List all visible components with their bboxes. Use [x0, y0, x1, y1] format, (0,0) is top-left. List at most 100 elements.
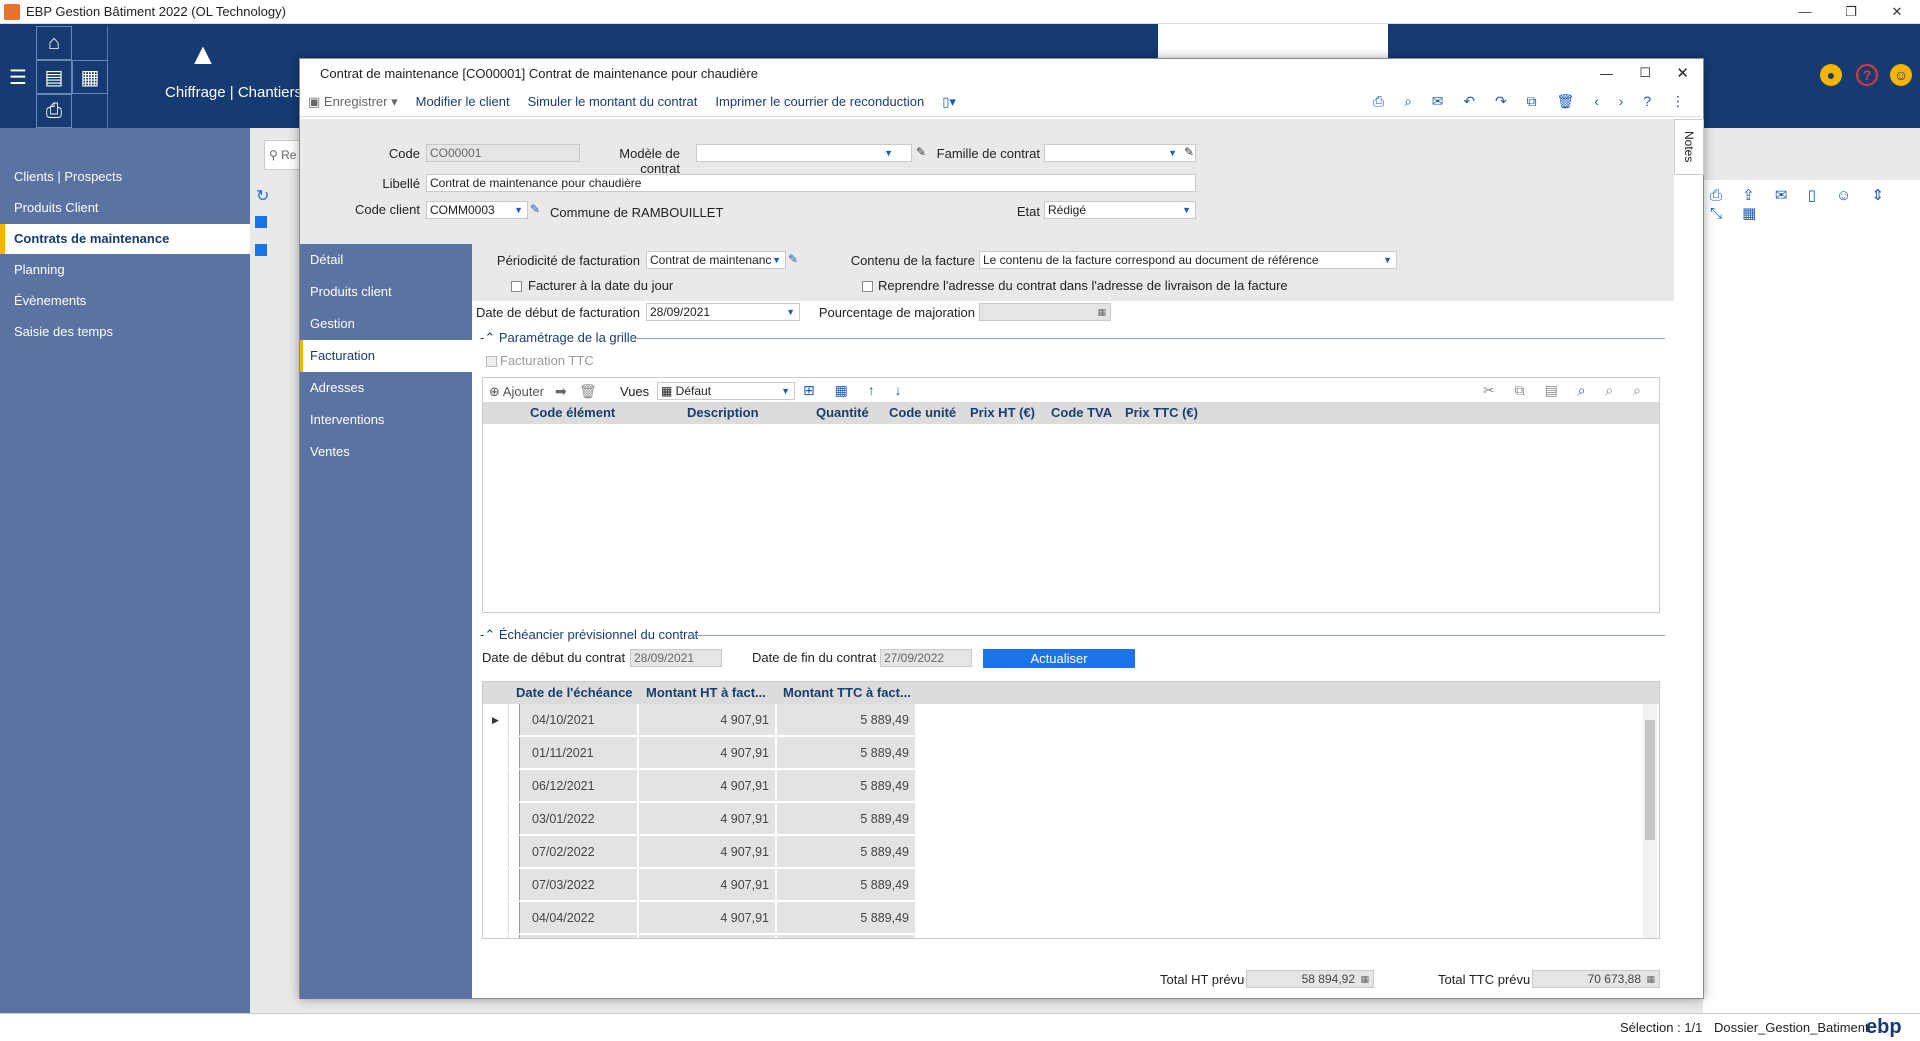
- col-description[interactable]: Description: [687, 402, 759, 424]
- grid-settings-section-title[interactable]: -⌃ Paramétrage de la grille: [480, 330, 637, 346]
- tab-gestion[interactable]: Gestion: [300, 308, 472, 340]
- tab-detail[interactable]: Détail: [300, 244, 472, 276]
- row-indicator[interactable]: [483, 869, 509, 901]
- row-indicator[interactable]: [483, 836, 509, 868]
- tab-adresses[interactable]: Adresses: [300, 372, 472, 404]
- sidebar-item-evenements[interactable]: Évènements: [0, 286, 250, 316]
- schedule-row[interactable]: 01/11/2021 4 907,91 5 889,49: [483, 737, 1633, 770]
- print-icon[interactable]: ⎙: [36, 94, 72, 128]
- grid-edit-icons[interactable]: ✂ ⧉ ▤ ⌕ ⌕ ⌕: [1483, 382, 1649, 399]
- col-prix-ttc[interactable]: Prix TTC (€): [1125, 402, 1198, 424]
- schedule-row[interactable]: 04/04/2022 4 907,91 5 889,49: [483, 902, 1633, 935]
- row-indicator[interactable]: ▶: [483, 704, 509, 736]
- client-code-label: Code client: [354, 202, 420, 217]
- row-indicator[interactable]: [483, 902, 509, 934]
- module-chiffrage[interactable]: ▲ Chiffrage | Chantiers: [108, 28, 302, 128]
- col-amount-ttc[interactable]: Montant TTC à fact...: [783, 682, 911, 704]
- views-dropdown[interactable]: ▦ Défaut ▼: [657, 382, 795, 400]
- schedule-row[interactable]: 02/05/20224 907,915 889,49: [483, 935, 1633, 938]
- model-dropdown[interactable]: ▼: [696, 144, 912, 162]
- row-indicator[interactable]: [483, 737, 509, 769]
- sidebar-item-planning[interactable]: Planning: [0, 255, 250, 285]
- address-book-icon[interactable]: ▤: [36, 60, 72, 94]
- col-prix-ht[interactable]: Prix HT (€): [970, 402, 1035, 424]
- col-code-element[interactable]: Code élément: [530, 402, 615, 424]
- col-code-unite[interactable]: Code unité: [889, 402, 956, 424]
- row-indicator[interactable]: [483, 935, 509, 938]
- col-quantite[interactable]: Quantité: [816, 402, 869, 424]
- simulate-amount-button[interactable]: Simuler le montant du contrat: [528, 94, 698, 109]
- col-due-date[interactable]: Date de l'échéance: [516, 682, 633, 704]
- background-search-input[interactable]: ⚲ Re: [264, 140, 304, 170]
- schedule-row[interactable]: 07/02/2022 4 907,91 5 889,49: [483, 836, 1633, 869]
- grid-elements: ⊕ Ajouter ➡ 🗑 Vues ▦ Défaut ▼ ⊞ ▦ ↑ ↓ ✂ ⧉…: [482, 377, 1660, 613]
- home-icon[interactable]: ⌂: [36, 26, 72, 60]
- schedule-row[interactable]: 07/03/2022 4 907,91 5 889,49: [483, 869, 1633, 902]
- dialog-minimize-button[interactable]: —: [1600, 66, 1613, 81]
- amount-ttc-cell: 5 889,49: [777, 836, 915, 868]
- row-indicator[interactable]: [483, 770, 509, 802]
- sidebar-item-clients[interactable]: Clients | Prospects: [0, 162, 250, 192]
- markup-field: ▦: [979, 303, 1111, 321]
- sidebar-item-saisie-temps[interactable]: Saisie des temps: [0, 317, 250, 347]
- schedule-scrollbar[interactable]: [1643, 704, 1657, 938]
- amount-ttc-cell: 5 889,49: [777, 704, 915, 736]
- state-dropdown[interactable]: Rédigé ▼: [1044, 201, 1196, 219]
- select-all-checkbox[interactable]: [255, 216, 267, 228]
- dialog-close-button[interactable]: ✕: [1676, 64, 1689, 82]
- add-line-button[interactable]: ⊕ Ajouter: [489, 384, 544, 400]
- invoice-content-dropdown[interactable]: Le contenu de la facture correspond au d…: [979, 251, 1397, 269]
- due-date-cell: 04/04/2022: [519, 902, 637, 934]
- close-window-button[interactable]: ✕: [1874, 0, 1920, 24]
- col-code-tva[interactable]: Code TVA: [1051, 402, 1112, 424]
- menu-icon[interactable]: ☰: [0, 60, 36, 94]
- periodicity-dropdown[interactable]: Contrat de maintenanc ▼: [646, 251, 786, 269]
- row-checkbox[interactable]: [255, 244, 267, 256]
- bill-today-checkbox[interactable]: [511, 281, 522, 292]
- device-dropdown-icon[interactable]: ▯▾: [942, 94, 956, 110]
- schedule-divider: [692, 635, 1665, 636]
- schedule-row[interactable]: 06/12/2021 4 907,91 5 889,49: [483, 770, 1633, 803]
- arrow-right-icon[interactable]: ➡: [555, 383, 567, 400]
- due-date-cell: 03/01/2022: [519, 803, 637, 835]
- row-indicator[interactable]: [483, 803, 509, 835]
- user-avatar[interactable]: ☺: [1890, 64, 1912, 86]
- periodicity-edit-icon[interactable]: ✎: [788, 252, 798, 266]
- tab-ventes[interactable]: Ventes: [300, 436, 472, 468]
- schedule-row[interactable]: ▶ 04/10/2021 4 907,91 5 889,49: [483, 704, 1633, 737]
- grid-view-icons[interactable]: ⊞ ▦ ↑ ↓: [803, 382, 910, 399]
- client-code-dropdown[interactable]: COMM0003 ▼: [426, 201, 528, 219]
- tab-facturation[interactable]: Facturation: [300, 340, 472, 372]
- billing-start-date-field[interactable]: 28/09/2021 ▼: [646, 303, 800, 321]
- calendar-icon[interactable]: ▦: [72, 60, 108, 94]
- modify-client-button[interactable]: Modifier le client: [416, 94, 510, 109]
- schedule-section-title[interactable]: -⌃ Échéancier prévisionnel du contrat: [480, 627, 698, 643]
- family-dropdown[interactable]: ▼: [1044, 144, 1196, 162]
- minimize-button[interactable]: —: [1782, 0, 1828, 24]
- tab-interventions[interactable]: Interventions: [300, 404, 472, 436]
- background-toolbar-icons[interactable]: ⎙ ⇪ ✉ ▯ ☺ ⇕ ⤡ ▦: [1710, 186, 1920, 222]
- family-edit-icon[interactable]: ✎: [1184, 145, 1194, 159]
- refresh-schedule-button[interactable]: Actualiser: [983, 649, 1135, 668]
- reuse-address-checkbox[interactable]: [862, 281, 873, 292]
- notification-icon[interactable]: ●: [1820, 64, 1842, 86]
- ebp-logo: ebp: [1866, 1016, 1902, 1038]
- client-edit-icon[interactable]: ✎: [530, 202, 540, 216]
- delete-icon[interactable]: 🗑: [579, 383, 597, 400]
- refresh-icon[interactable]: ↻: [256, 186, 269, 206]
- ttc-billing-checkbox[interactable]: [486, 356, 497, 367]
- libelle-field[interactable]: Contrat de maintenance pour chaudière: [426, 174, 1196, 192]
- dialog-maximize-button[interactable]: ☐: [1639, 65, 1651, 81]
- tab-produits-client[interactable]: Produits client: [300, 276, 472, 308]
- col-amount-ht[interactable]: Montant HT à fact...: [646, 682, 766, 704]
- save-button[interactable]: ▣ Enregistrer ▾: [308, 94, 398, 110]
- amount-ht-cell: 4 907,91: [639, 737, 775, 769]
- schedule-row[interactable]: 03/01/2022 4 907,91 5 889,49: [483, 803, 1633, 836]
- sidebar-item-contrats[interactable]: Contrats de maintenance: [0, 224, 250, 254]
- notes-tab[interactable]: Notes: [1674, 119, 1704, 175]
- print-renewal-letter-button[interactable]: Imprimer le courrier de reconduction: [715, 94, 924, 109]
- sidebar-item-produits-client[interactable]: Produits Client: [0, 193, 250, 223]
- help-icon[interactable]: ?: [1856, 64, 1878, 86]
- restore-button[interactable]: ❐: [1828, 0, 1874, 24]
- dialog-right-toolbar-icons[interactable]: ⎙ ⌕ ✉ ↶ ↷ ⧉ 🗑 ‹ › ? ⋮: [1373, 93, 1693, 110]
